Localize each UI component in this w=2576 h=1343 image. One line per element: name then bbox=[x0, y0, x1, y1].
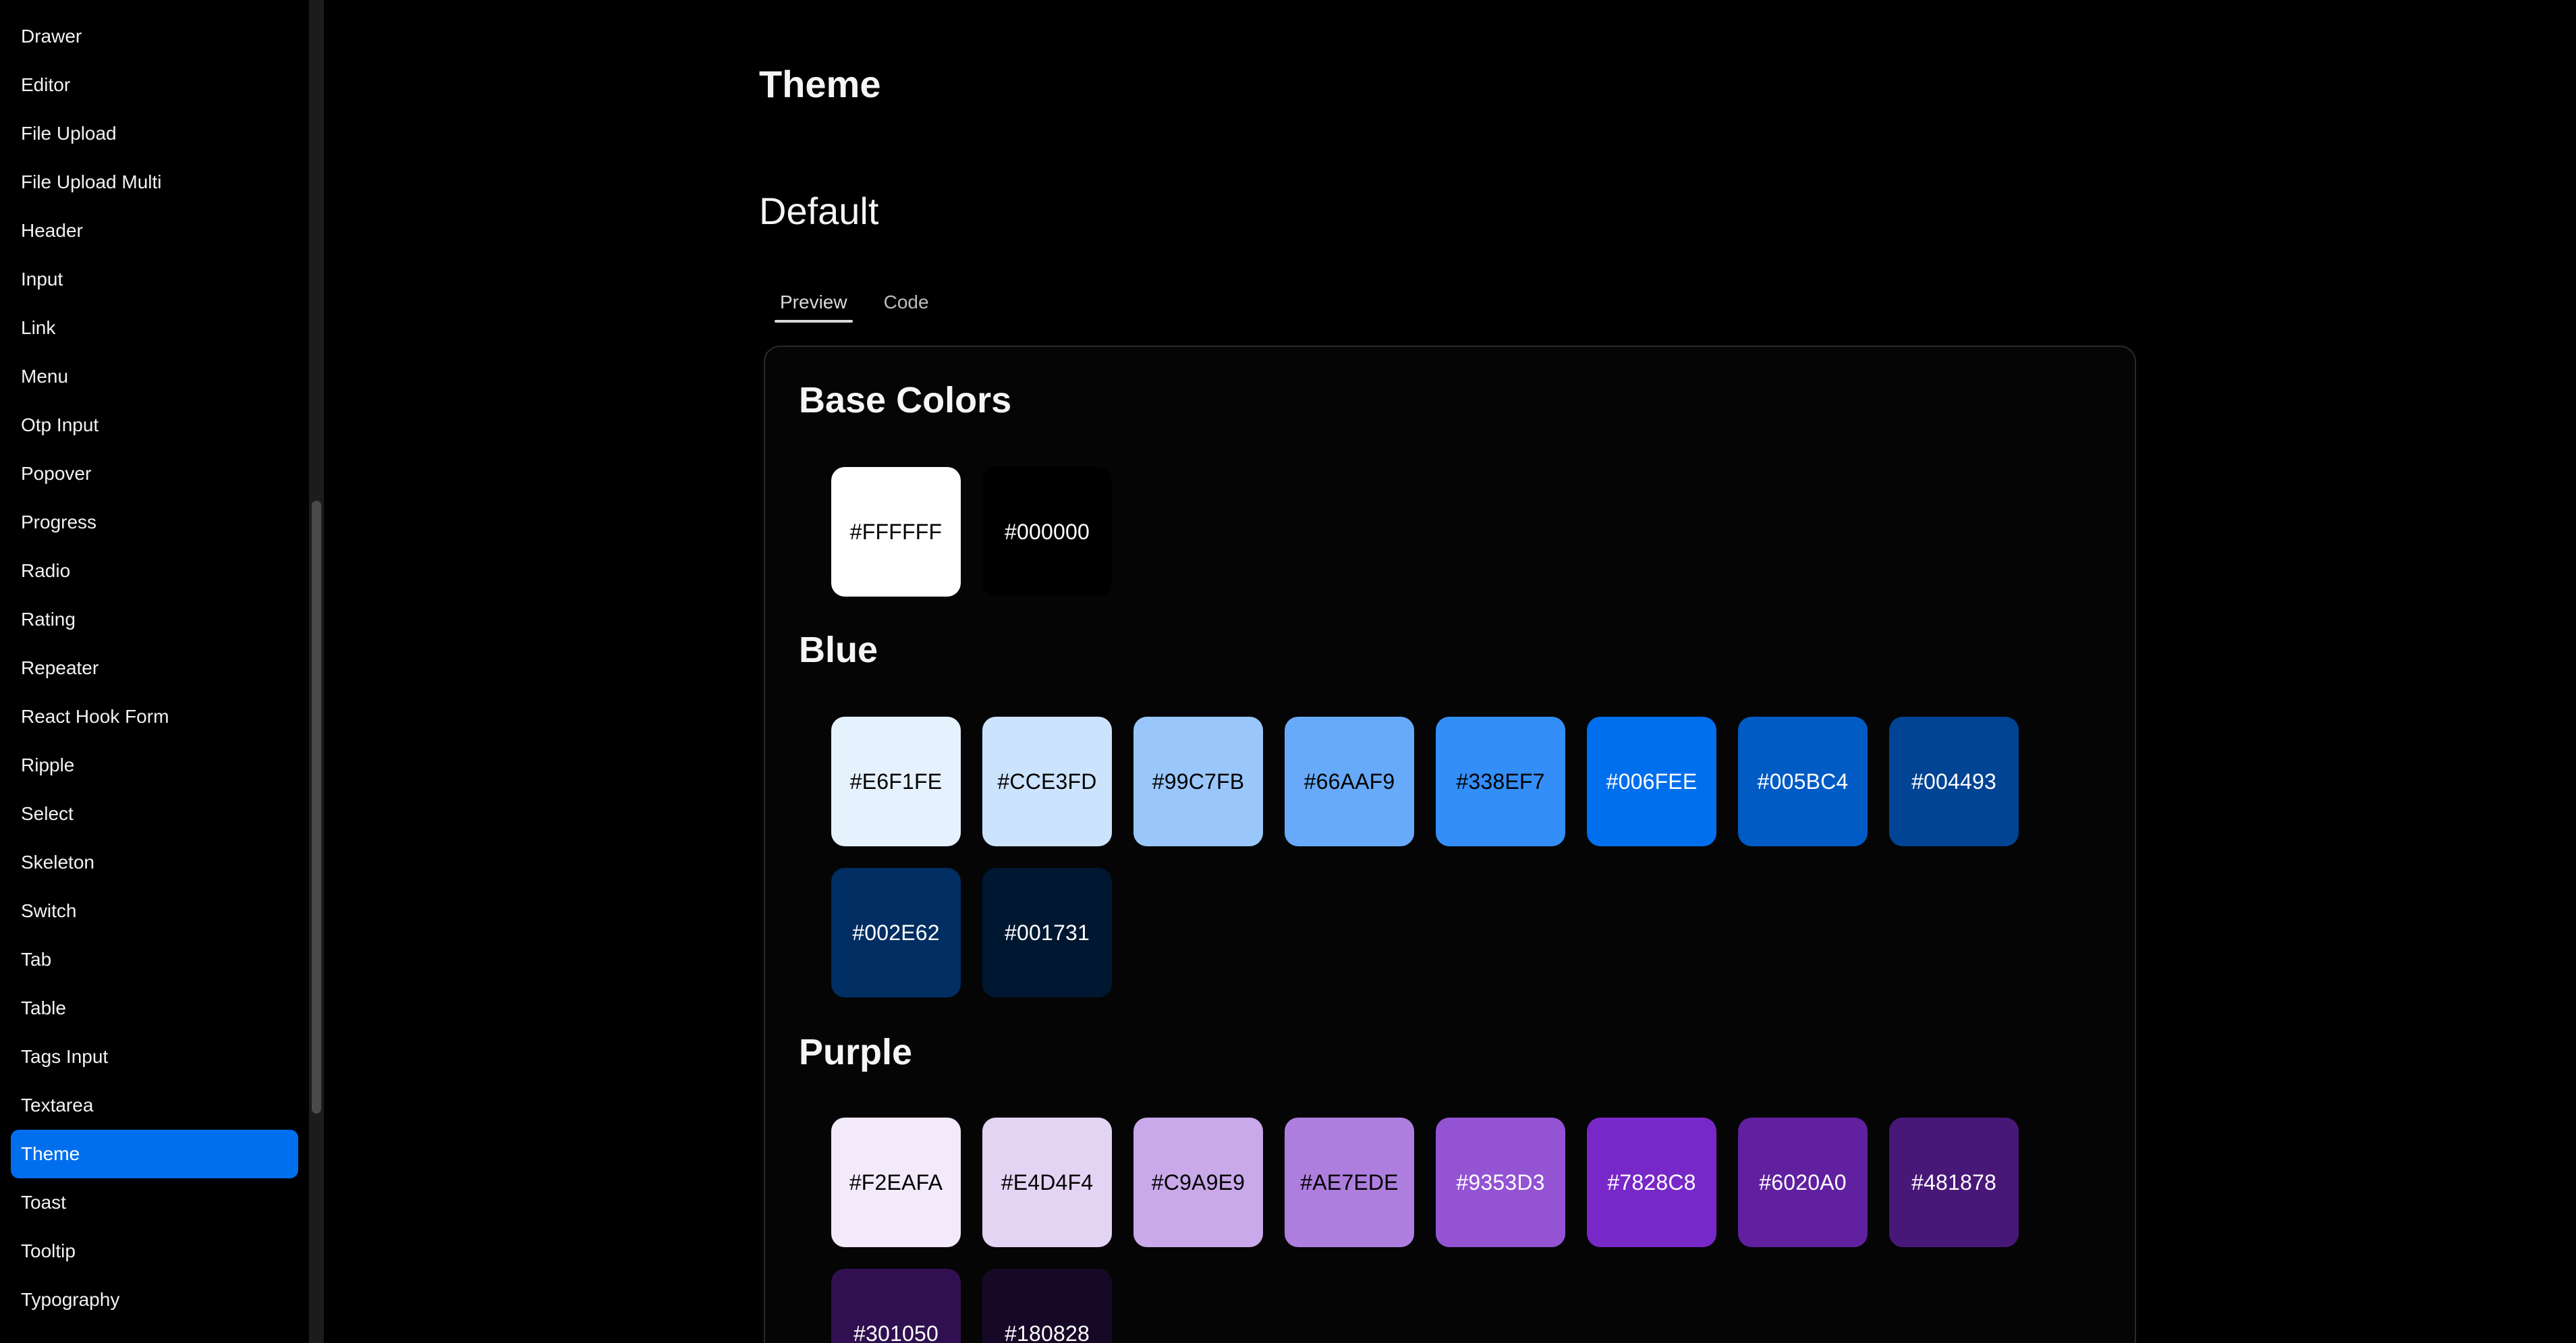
sidebar-item-drawer[interactable]: Drawer bbox=[11, 12, 298, 61]
color-swatch-001731[interactable]: #001731 bbox=[982, 868, 1112, 997]
sidebar-scrollbar-thumb[interactable] bbox=[312, 501, 321, 1114]
group-title-base-colors: Base Colors bbox=[799, 380, 1012, 420]
color-swatch-7828c8[interactable]: #7828C8 bbox=[1587, 1118, 1716, 1247]
sidebar-item-file-upload-multi[interactable]: File Upload Multi bbox=[11, 158, 298, 207]
sidebar-item-react-hook-form[interactable]: React Hook Form bbox=[11, 692, 298, 741]
group-title-blue: Blue bbox=[799, 630, 878, 670]
tab-preview[interactable]: Preview bbox=[775, 283, 853, 325]
sidebar-item-link[interactable]: Link bbox=[11, 304, 298, 352]
swatch-grid-blue: #E6F1FE #CCE3FD #99C7FB #66AAF9 #338EF7 #006F… bbox=[831, 717, 2046, 997]
app: Drag And DropDrawerEditorFile UploadFile… bbox=[0, 0, 2576, 1343]
sidebar-item-tab[interactable]: Tab bbox=[11, 935, 298, 984]
color-swatch-f2eafa[interactable]: #F2EAFA bbox=[831, 1118, 961, 1247]
color-swatch-180828[interactable]: #180828 bbox=[982, 1269, 1112, 1343]
sidebar-item-textarea[interactable]: Textarea bbox=[11, 1081, 298, 1130]
color-swatch-002e62[interactable]: #002E62 bbox=[831, 868, 961, 997]
sidebar-item-header[interactable]: Header bbox=[11, 207, 298, 255]
sidebar-item-ripple[interactable]: Ripple bbox=[11, 741, 298, 790]
sidebar-item-typography[interactable]: Typography bbox=[11, 1276, 298, 1324]
sidebar-item-drag-and-drop[interactable]: Drag And Drop bbox=[11, 0, 298, 12]
sidebar-item-toast[interactable]: Toast bbox=[11, 1178, 298, 1227]
sidebar: Drag And DropDrawerEditorFile UploadFile… bbox=[0, 0, 309, 1343]
color-swatch-e6f1fe[interactable]: #E6F1FE bbox=[831, 717, 961, 846]
sidebar-item-radio[interactable]: Radio bbox=[11, 547, 298, 595]
sidebar-item-menu[interactable]: Menu bbox=[11, 352, 298, 401]
sidebar-item-select[interactable]: Select bbox=[11, 790, 298, 838]
color-swatch-005bc4[interactable]: #005BC4 bbox=[1738, 717, 1868, 846]
color-swatch-6020a0[interactable]: #6020A0 bbox=[1738, 1118, 1868, 1247]
sidebar-item-switch[interactable]: Switch bbox=[11, 887, 298, 935]
sidebar-item-theme[interactable]: Theme bbox=[11, 1130, 298, 1178]
sidebar-item-table[interactable]: Table bbox=[11, 984, 298, 1033]
group-title-purple: Purple bbox=[799, 1032, 913, 1072]
sidebar-item-tooltip[interactable]: Tooltip bbox=[11, 1227, 298, 1276]
color-swatch-ae7ede[interactable]: #AE7EDE bbox=[1285, 1118, 1414, 1247]
sidebar-item-rating[interactable]: Rating bbox=[11, 595, 298, 644]
sidebar-item-input[interactable]: Input bbox=[11, 255, 298, 304]
sidebar-list: Drag And DropDrawerEditorFile UploadFile… bbox=[0, 0, 309, 1324]
color-swatch-481878[interactable]: #481878 bbox=[1889, 1118, 2019, 1247]
sidebar-item-progress[interactable]: Progress bbox=[11, 498, 298, 547]
sidebar-item-file-upload[interactable]: File Upload bbox=[11, 109, 298, 158]
main-content: Theme Default Preview Code Base Colors #… bbox=[324, 0, 2576, 1343]
preview-card: Base Colors #FFFFFF #000000 Blue #E6F1FE #… bbox=[764, 346, 2136, 1343]
preview-code-tabs: Preview Code bbox=[775, 283, 960, 325]
section-title: Default bbox=[759, 190, 879, 232]
sidebar-item-repeater[interactable]: Repeater bbox=[11, 644, 298, 692]
sidebar-item-editor[interactable]: Editor bbox=[11, 61, 298, 109]
color-swatch-000000[interactable]: #000000 bbox=[982, 467, 1112, 597]
color-swatch-e4d4f4[interactable]: #E4D4F4 bbox=[982, 1118, 1112, 1247]
color-swatch-004493[interactable]: #004493 bbox=[1889, 717, 2019, 846]
color-swatch-338ef7[interactable]: #338EF7 bbox=[1436, 717, 1565, 846]
color-swatch-9353d3[interactable]: #9353D3 bbox=[1436, 1118, 1565, 1247]
swatch-grid-base-colors: #FFFFFF #000000 bbox=[831, 467, 2046, 597]
color-swatch-006fee[interactable]: #006FEE bbox=[1587, 717, 1716, 846]
swatch-grid-purple: #F2EAFA #E4D4F4 #C9A9E9 #AE7EDE #9353D3 #7828… bbox=[831, 1118, 2046, 1343]
color-swatch-99c7fb[interactable]: #99C7FB bbox=[1133, 717, 1263, 846]
sidebar-item-otp-input[interactable]: Otp Input bbox=[11, 401, 298, 449]
sidebar-item-popover[interactable]: Popover bbox=[11, 449, 298, 498]
sidebar-item-tags-input[interactable]: Tags Input bbox=[11, 1033, 298, 1081]
sidebar-item-skeleton[interactable]: Skeleton bbox=[11, 838, 298, 887]
color-swatch-301050[interactable]: #301050 bbox=[831, 1269, 961, 1343]
page-title: Theme bbox=[759, 63, 881, 105]
color-swatch-c9a9e9[interactable]: #C9A9E9 bbox=[1133, 1118, 1263, 1247]
color-swatch-ffffff[interactable]: #FFFFFF bbox=[831, 467, 961, 597]
tab-code[interactable]: Code bbox=[878, 283, 934, 325]
color-swatch-66aaf9[interactable]: #66AAF9 bbox=[1285, 717, 1414, 846]
color-swatch-cce3fd[interactable]: #CCE3FD bbox=[982, 717, 1112, 846]
